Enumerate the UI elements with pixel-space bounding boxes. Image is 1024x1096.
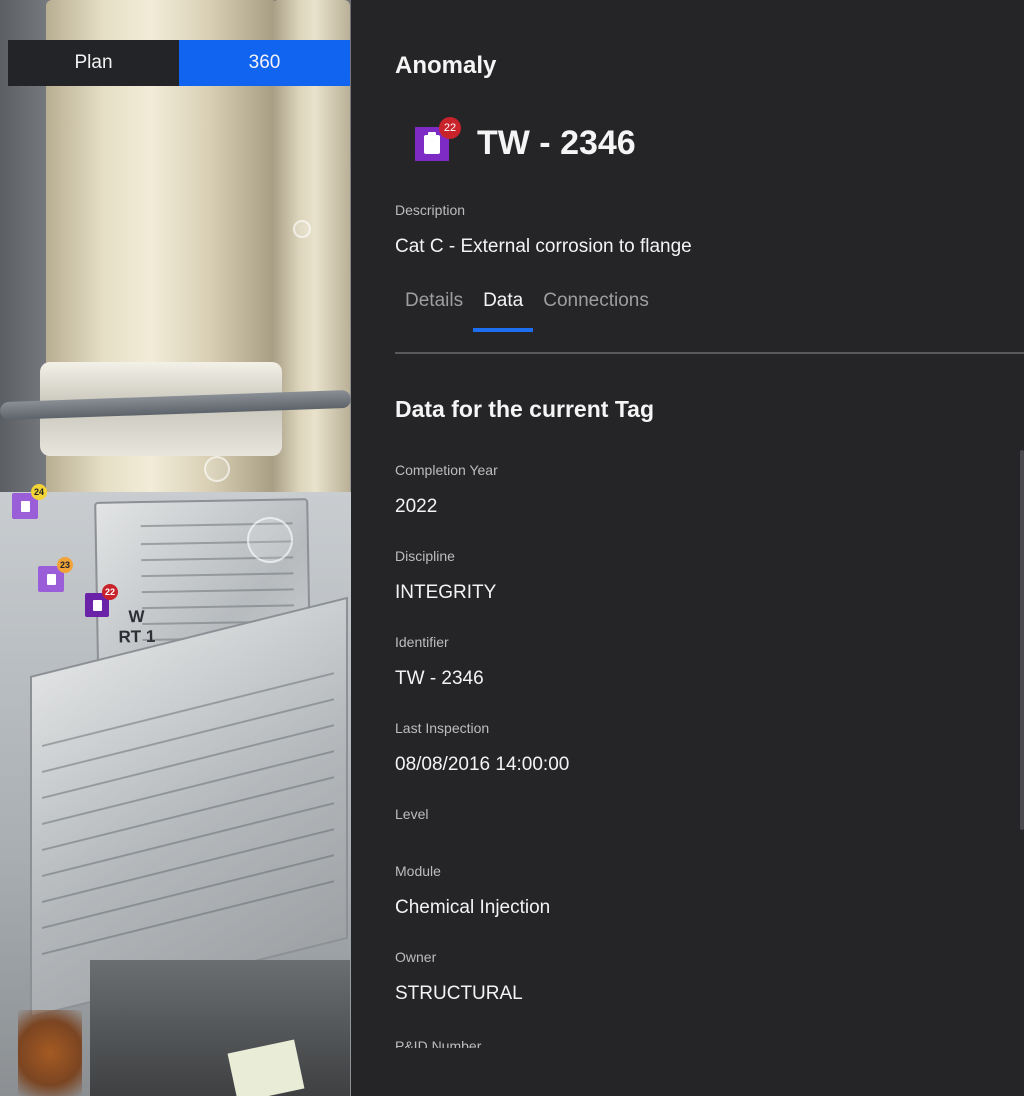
marker-badge: 23 bbox=[57, 557, 73, 573]
field-label: Discipline bbox=[395, 548, 455, 564]
anomaly-marker-24[interactable]: 24 bbox=[12, 484, 47, 519]
anomaly-marker-22[interactable]: 22 bbox=[85, 584, 118, 617]
tab-data[interactable]: Data bbox=[473, 290, 534, 334]
clipboard-shape bbox=[424, 131, 440, 154]
panel-scrollbar[interactable] bbox=[1020, 450, 1024, 830]
tag-title: TW - 2346 bbox=[477, 124, 636, 162]
tag-count-badge: 22 bbox=[439, 117, 461, 139]
nav-hotspot[interactable] bbox=[293, 220, 311, 238]
field-value: STRUCTURAL bbox=[395, 983, 523, 1004]
field-label: Module bbox=[395, 863, 441, 879]
field-label: Level bbox=[395, 806, 429, 822]
field-value: 08/08/2016 14:00:00 bbox=[395, 754, 570, 775]
plan-view-button[interactable]: Plan bbox=[8, 40, 179, 86]
plate-marking: W RT 1 bbox=[118, 607, 156, 648]
marker-badge: 22 bbox=[102, 584, 118, 600]
rust-patch bbox=[18, 1010, 82, 1096]
clipboard-icon bbox=[92, 599, 102, 611]
field-value: INTEGRITY bbox=[395, 582, 497, 603]
clipboard-icon bbox=[46, 573, 56, 585]
tab-bar: Details Data Connections bbox=[395, 290, 659, 334]
field-label: Identifier bbox=[395, 634, 449, 650]
field-label: Owner bbox=[395, 949, 437, 965]
marker-badge: 24 bbox=[31, 484, 47, 500]
view-mode-toggle: Plan 360 bbox=[8, 40, 350, 86]
tab-details[interactable]: Details bbox=[395, 290, 473, 334]
nav-hotspot-selected[interactable] bbox=[247, 517, 293, 563]
description-value: Cat C - External corrosion to flange bbox=[395, 236, 692, 257]
field-value: TW - 2346 bbox=[395, 668, 484, 689]
nav-hotspot[interactable] bbox=[204, 456, 230, 482]
description-label: Description bbox=[395, 202, 466, 218]
plate-marking-line2: RT 1 bbox=[118, 626, 156, 647]
field-label: Completion Year bbox=[395, 462, 498, 478]
clipboard-icon: 22 bbox=[415, 117, 461, 161]
tab-connections[interactable]: Connections bbox=[533, 290, 659, 334]
panel-heading: Anomaly bbox=[395, 52, 497, 79]
plate-marking-line1: W bbox=[128, 607, 145, 627]
valve-cluster bbox=[90, 960, 350, 1096]
field-value: 2022 bbox=[395, 496, 438, 517]
pano-viewer[interactable]: W RT 1 24 23 22 Plan 360 bbox=[0, 0, 351, 1096]
tab-divider bbox=[395, 352, 1024, 354]
field-value: Chemical Injection bbox=[395, 897, 551, 918]
details-panel: Anomaly 22 TW - 2346 Description Cat C -… bbox=[351, 0, 1024, 1096]
field-label: Last Inspection bbox=[395, 720, 490, 736]
anomaly-marker-23[interactable]: 23 bbox=[38, 557, 73, 592]
360-view-button[interactable]: 360 bbox=[179, 40, 350, 86]
field-label-truncated: P&ID Number bbox=[395, 1038, 482, 1048]
clipboard-icon bbox=[20, 500, 30, 512]
section-title: Data for the current Tag bbox=[395, 396, 654, 422]
